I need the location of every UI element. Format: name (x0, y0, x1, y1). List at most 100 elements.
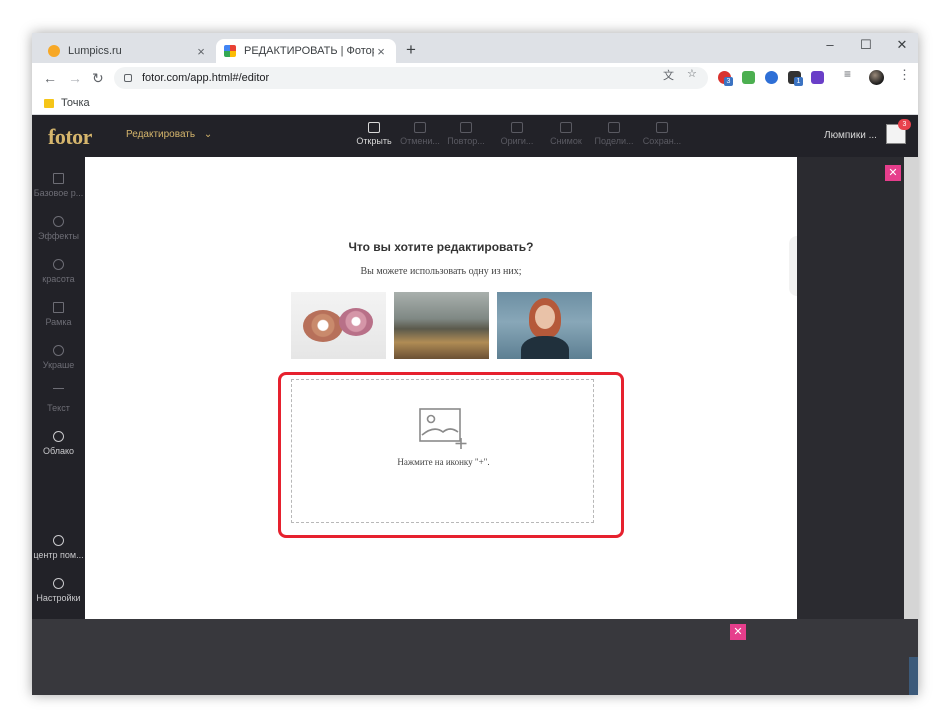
folder-icon (44, 99, 54, 108)
sidebar-item-label: красота (42, 274, 75, 284)
tool-label: Подели... (594, 136, 634, 146)
dialog-title: Что вы хотите редактировать? (348, 240, 534, 254)
close-tab-icon[interactable]: × (194, 44, 208, 59)
sidebar-item-label: Настройки (36, 593, 81, 603)
tool-label: Отмени... (400, 136, 440, 146)
tool-snapshot[interactable]: Снимок (546, 122, 586, 146)
extension-badge: 3 (724, 77, 733, 86)
close-dialog-icon[interactable]: ✕ (885, 165, 901, 181)
cloud-upload-icon (53, 431, 64, 442)
save-icon (656, 122, 668, 133)
text-icon (53, 388, 64, 399)
close-tab-icon[interactable]: × (374, 44, 388, 59)
window-close-icon[interactable]: ✕ (890, 37, 914, 53)
translate-icon[interactable]: 文 (663, 67, 674, 83)
bottom-scrollbar[interactable] (909, 657, 918, 695)
tab-label: РЕДАКТИРОВАТЬ | Фотор (244, 45, 374, 57)
tool-undo[interactable]: Отмени... (400, 122, 440, 146)
tab-fotor[interactable]: РЕДАКТИРОВАТЬ | Фотор × (216, 39, 396, 63)
fotor-favicon-icon (224, 45, 236, 57)
sidebar-item-label: Украше (42, 360, 75, 370)
right-scroll-strip (904, 157, 918, 619)
mode-dropdown[interactable]: Редактировать ⌄ (126, 129, 212, 140)
bottom-panel (32, 619, 918, 695)
tool-original[interactable]: Ориги... (497, 122, 537, 146)
sidebar-item-label: Эффекты (38, 231, 79, 241)
kebab-menu-icon[interactable]: ⋮ (898, 67, 911, 83)
new-tab-plus-icon[interactable]: + (406, 40, 416, 60)
lumpics-favicon-icon (48, 45, 60, 57)
sample-image-hills[interactable] (394, 292, 489, 359)
user-name[interactable]: Люмпики ... (824, 130, 877, 141)
donut-shape (303, 310, 343, 342)
bookmark-tochka[interactable]: Точка (61, 97, 90, 109)
sidebar-item-decor[interactable]: Украше (32, 345, 85, 370)
browser-toolbar: ← → ↻ fotor.com/app.html#/editor 文 ☆ 3 1… (32, 63, 918, 93)
back-arrow-icon[interactable]: ← (43, 70, 57, 86)
settings-icon (53, 578, 64, 589)
portrait-face (535, 305, 555, 329)
chevron-down-icon: ⌄ (203, 129, 213, 140)
tool-label: Открыть (356, 136, 392, 146)
eye-icon (53, 259, 64, 270)
profile-avatar[interactable] (869, 70, 884, 85)
tab-lumpics[interactable]: Lumpics.ru × (40, 39, 216, 63)
adjust-icon (53, 173, 64, 184)
extension-purple-icon[interactable] (811, 71, 824, 84)
donut-shape (339, 308, 373, 336)
extension-music-icon[interactable] (742, 71, 755, 84)
open-image-icon (368, 122, 380, 133)
maximize-icon[interactable]: ☐ (854, 37, 878, 53)
tool-share[interactable]: Подели... (594, 122, 634, 146)
forward-arrow-icon[interactable]: → (68, 70, 82, 86)
sidebar-item-label: Текст (47, 403, 70, 413)
tool-redo[interactable]: Повтор... (446, 122, 486, 146)
sidebar-item-effects[interactable]: Эффекты (32, 216, 85, 241)
portrait-body (521, 336, 569, 359)
start-dialog: Что вы хотите редактировать? Вы можете и… (85, 157, 797, 619)
redo-icon (460, 122, 472, 133)
undo-icon (414, 122, 426, 133)
minimize-icon[interactable]: – (818, 37, 842, 52)
sample-image-portrait[interactable] (497, 292, 592, 359)
help-icon (53, 535, 64, 546)
sample-image-donuts[interactable] (291, 292, 386, 359)
bookmark-star-icon[interactable]: ☆ (687, 67, 697, 80)
frame-icon (53, 302, 64, 313)
sidebar-item-label: Рамка (45, 317, 72, 327)
tool-label: Снимок (550, 136, 582, 146)
bookmarks-bar: Точка (32, 93, 918, 115)
sidebar-item-basic[interactable]: Базовое р... (32, 173, 85, 198)
sidebar-item-text[interactable]: Текст (32, 388, 85, 413)
tool-label: Сохран... (642, 136, 682, 146)
share-icon (608, 122, 620, 133)
tab-label: Lumpics.ru (68, 45, 122, 57)
sidebar-item-label: Базовое р... (33, 188, 84, 198)
media-control-icon[interactable]: ≡ (844, 67, 851, 81)
snapshot-icon (560, 122, 572, 133)
panel-collapse-handle[interactable] (789, 236, 797, 296)
tool-save[interactable]: Сохран... (642, 122, 682, 146)
sidebar-item-label: Облако (42, 446, 75, 456)
tool-label: Ориги... (500, 136, 534, 146)
sidebar-item-frame[interactable]: Рамка (32, 302, 85, 327)
sticker-icon (53, 345, 64, 356)
browser-window: Lumpics.ru × РЕДАКТИРОВАТЬ | Фотор × + –… (32, 33, 918, 695)
address-bar[interactable]: fotor.com/app.html#/editor (114, 67, 708, 89)
left-sidebar: Базовое р... Эффекты красота Рамка Украш… (32, 157, 85, 619)
tab-strip: Lumpics.ru × РЕДАКТИРОВАТЬ | Фотор × + –… (32, 33, 918, 63)
original-icon (511, 122, 523, 133)
sidebar-item-help[interactable]: центр пом... (32, 535, 85, 560)
sidebar-item-settings[interactable]: Настройки (32, 578, 85, 603)
lock-icon (124, 74, 132, 82)
extension-vpn-icon[interactable] (765, 71, 778, 84)
sidebar-item-beauty[interactable]: красота (32, 259, 85, 284)
red-highlight-frame (278, 372, 624, 538)
sidebar-item-cloud[interactable]: Облако (32, 431, 85, 456)
reload-icon[interactable]: ↻ (92, 70, 104, 87)
sidebar-item-label: центр пом... (33, 550, 84, 560)
fotor-logo[interactable]: fotor (48, 124, 92, 150)
close-bottom-panel-icon[interactable]: ✕ (730, 624, 746, 640)
tool-open[interactable]: Открыть (354, 122, 394, 146)
tool-label: Повтор... (447, 136, 485, 146)
